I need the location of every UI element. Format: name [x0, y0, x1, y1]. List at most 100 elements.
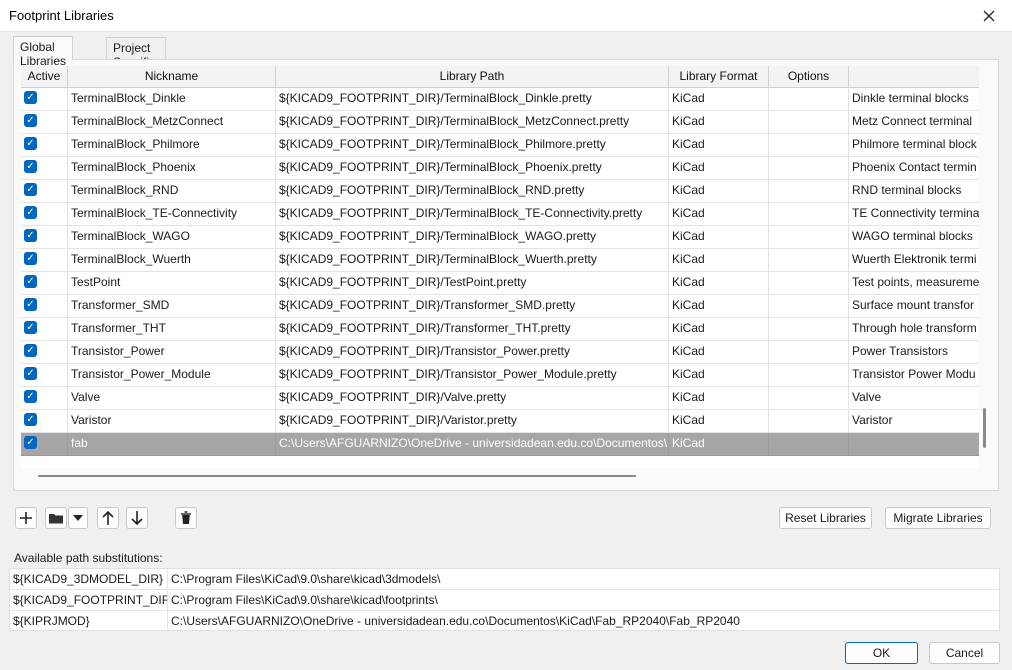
options-cell[interactable]: [769, 203, 849, 225]
options-cell[interactable]: [769, 249, 849, 271]
close-button[interactable]: [966, 0, 1012, 32]
description-cell[interactable]: Power Transistors: [849, 341, 979, 363]
active-checkbox[interactable]: ✓: [24, 160, 37, 173]
library-path-cell[interactable]: ${KICAD9_FOOTPRINT_DIR}/Transformer_SMD.…: [276, 295, 669, 317]
browse-library-button[interactable]: [45, 507, 67, 529]
delete-library-button[interactable]: [175, 507, 197, 529]
table-row[interactable]: ✓ TerminalBlock_MetzConnect ${KICAD9_FOOTP…: [21, 111, 979, 134]
table-row[interactable]: ✓ TerminalBlock_Philmore ${KICAD9_FOOTPRIN…: [21, 134, 979, 157]
active-checkbox[interactable]: ✓: [24, 344, 37, 357]
nickname-cell[interactable]: Transistor_Power_Module: [68, 364, 276, 386]
browse-options-dropdown[interactable]: [68, 507, 88, 529]
options-cell[interactable]: [769, 387, 849, 409]
active-checkbox-cell[interactable]: ✓: [21, 364, 68, 386]
library-format-cell[interactable]: KiCad: [669, 433, 769, 455]
active-checkbox[interactable]: ✓: [24, 206, 37, 219]
options-cell[interactable]: [769, 318, 849, 340]
table-row[interactable]: ✓ Varistor ${KICAD9_FOOTPRINT_DIR}/Varisto…: [21, 410, 979, 433]
options-cell[interactable]: [769, 134, 849, 156]
active-checkbox[interactable]: ✓: [24, 252, 37, 265]
active-checkbox-cell[interactable]: ✓: [21, 433, 68, 455]
column-header-active[interactable]: Active: [21, 66, 68, 88]
active-checkbox-cell[interactable]: ✓: [21, 318, 68, 340]
column-header-nickname[interactable]: Nickname: [68, 66, 276, 88]
table-row[interactable]: ✓ Transformer_THT ${KICAD9_FOOTPRINT_DIR}/…: [21, 318, 979, 341]
nickname-cell[interactable]: fab: [68, 433, 276, 455]
active-checkbox-cell[interactable]: ✓: [21, 111, 68, 133]
active-checkbox-cell[interactable]: ✓: [21, 180, 68, 202]
nickname-cell[interactable]: Varistor: [68, 410, 276, 432]
library-path-cell[interactable]: ${KICAD9_FOOTPRINT_DIR}/TerminalBlock_Di…: [276, 88, 669, 110]
library-path-cell[interactable]: ${KICAD9_FOOTPRINT_DIR}/Transistor_Power…: [276, 364, 669, 386]
library-format-cell[interactable]: KiCad: [669, 203, 769, 225]
library-path-cell[interactable]: ${KICAD9_FOOTPRINT_DIR}/TerminalBlock_TE…: [276, 203, 669, 225]
library-format-cell[interactable]: KiCad: [669, 134, 769, 156]
library-format-cell[interactable]: KiCad: [669, 88, 769, 110]
library-format-cell[interactable]: KiCad: [669, 364, 769, 386]
options-cell[interactable]: [769, 111, 849, 133]
nickname-cell[interactable]: TerminalBlock_Phoenix: [68, 157, 276, 179]
table-row[interactable]: ✓ Valve ${KICAD9_FOOTPRINT_DIR}/Valve.pret…: [21, 387, 979, 410]
move-down-button[interactable]: [126, 507, 148, 529]
library-path-cell[interactable]: ${KICAD9_FOOTPRINT_DIR}/TerminalBlock_Ph…: [276, 134, 669, 156]
active-checkbox-cell[interactable]: ✓: [21, 410, 68, 432]
table-row[interactable]: ✓ Transistor_Power_Module ${KICAD9_FOOTPRI…: [21, 364, 979, 387]
options-cell[interactable]: [769, 272, 849, 294]
options-cell[interactable]: [769, 341, 849, 363]
description-cell[interactable]: Metz Connect terminal: [849, 111, 979, 133]
library-path-cell[interactable]: ${KICAD9_FOOTPRINT_DIR}/Valve.pretty: [276, 387, 669, 409]
table-row[interactable]: ✓ Transistor_Power ${KICAD9_FOOTPRINT_DIR}…: [21, 341, 979, 364]
active-checkbox[interactable]: ✓: [24, 91, 37, 104]
active-checkbox[interactable]: ✓: [24, 275, 37, 288]
table-row[interactable]: ✓ TestPoint ${KICAD9_FOOTPRINT_DIR}/TestPo…: [21, 272, 979, 295]
options-cell[interactable]: [769, 295, 849, 317]
nickname-cell[interactable]: Valve: [68, 387, 276, 409]
active-checkbox-cell[interactable]: ✓: [21, 134, 68, 156]
active-checkbox[interactable]: ✓: [24, 114, 37, 127]
nickname-cell[interactable]: TerminalBlock_TE-Connectivity: [68, 203, 276, 225]
library-path-cell[interactable]: ${KICAD9_FOOTPRINT_DIR}/TerminalBlock_Wu…: [276, 249, 669, 271]
cancel-button[interactable]: Cancel: [929, 642, 1000, 664]
active-checkbox[interactable]: ✓: [24, 137, 37, 150]
library-path-cell[interactable]: ${KICAD9_FOOTPRINT_DIR}/TerminalBlock_Me…: [276, 111, 669, 133]
tab-project-specific-libraries[interactable]: Project Specific Libraries: [106, 37, 167, 83]
description-cell[interactable]: Phoenix Contact termin: [849, 157, 979, 179]
table-row[interactable]: ✓ fab C:\Users\AFGUARNIZO\OneDrive - unive…: [21, 433, 979, 456]
active-checkbox-cell[interactable]: ✓: [21, 341, 68, 363]
library-path-cell[interactable]: ${KICAD9_FOOTPRINT_DIR}/TerminalBlock_RN…: [276, 180, 669, 202]
migrate-libraries-button[interactable]: Migrate Libraries: [885, 507, 991, 529]
library-path-cell[interactable]: ${KICAD9_FOOTPRINT_DIR}/Varistor.pretty: [276, 410, 669, 432]
library-format-cell[interactable]: KiCad: [669, 341, 769, 363]
library-format-cell[interactable]: KiCad: [669, 111, 769, 133]
library-format-cell[interactable]: KiCad: [669, 410, 769, 432]
column-header-description[interactable]: [849, 66, 979, 88]
active-checkbox-cell[interactable]: ✓: [21, 272, 68, 294]
vertical-scrollbar[interactable]: [980, 66, 990, 468]
description-cell[interactable]: Transistor Power Modu: [849, 364, 979, 386]
active-checkbox-cell[interactable]: ✓: [21, 203, 68, 225]
library-path-cell[interactable]: ${KICAD9_FOOTPRINT_DIR}/TestPoint.pretty: [276, 272, 669, 294]
add-library-button[interactable]: [15, 507, 37, 529]
description-cell[interactable]: Surface mount transfor: [849, 295, 979, 317]
reset-libraries-button[interactable]: Reset Libraries: [779, 507, 872, 529]
library-path-cell[interactable]: ${KICAD9_FOOTPRINT_DIR}/Transformer_THT.…: [276, 318, 669, 340]
active-checkbox-cell[interactable]: ✓: [21, 157, 68, 179]
active-checkbox[interactable]: ✓: [24, 390, 37, 403]
horizontal-scrollbar[interactable]: [38, 473, 638, 479]
options-cell[interactable]: [769, 433, 849, 455]
table-row[interactable]: ✓ TerminalBlock_WAGO ${KICAD9_FOOTPRINT_DI…: [21, 226, 979, 249]
nickname-cell[interactable]: TerminalBlock_WAGO: [68, 226, 276, 248]
active-checkbox[interactable]: ✓: [24, 367, 37, 380]
column-header-options[interactable]: Options: [769, 66, 849, 88]
nickname-cell[interactable]: TerminalBlock_Philmore: [68, 134, 276, 156]
horizontal-scroll-thumb[interactable]: [38, 475, 636, 477]
library-path-cell[interactable]: ${KICAD9_FOOTPRINT_DIR}/TerminalBlock_Ph…: [276, 157, 669, 179]
active-checkbox-cell[interactable]: ✓: [21, 88, 68, 110]
active-checkbox-cell[interactable]: ✓: [21, 387, 68, 409]
library-format-cell[interactable]: KiCad: [669, 249, 769, 271]
options-cell[interactable]: [769, 88, 849, 110]
active-checkbox-cell[interactable]: ✓: [21, 226, 68, 248]
active-checkbox-cell[interactable]: ✓: [21, 295, 68, 317]
library-format-cell[interactable]: KiCad: [669, 318, 769, 340]
description-cell[interactable]: Test points, measureme: [849, 272, 979, 294]
